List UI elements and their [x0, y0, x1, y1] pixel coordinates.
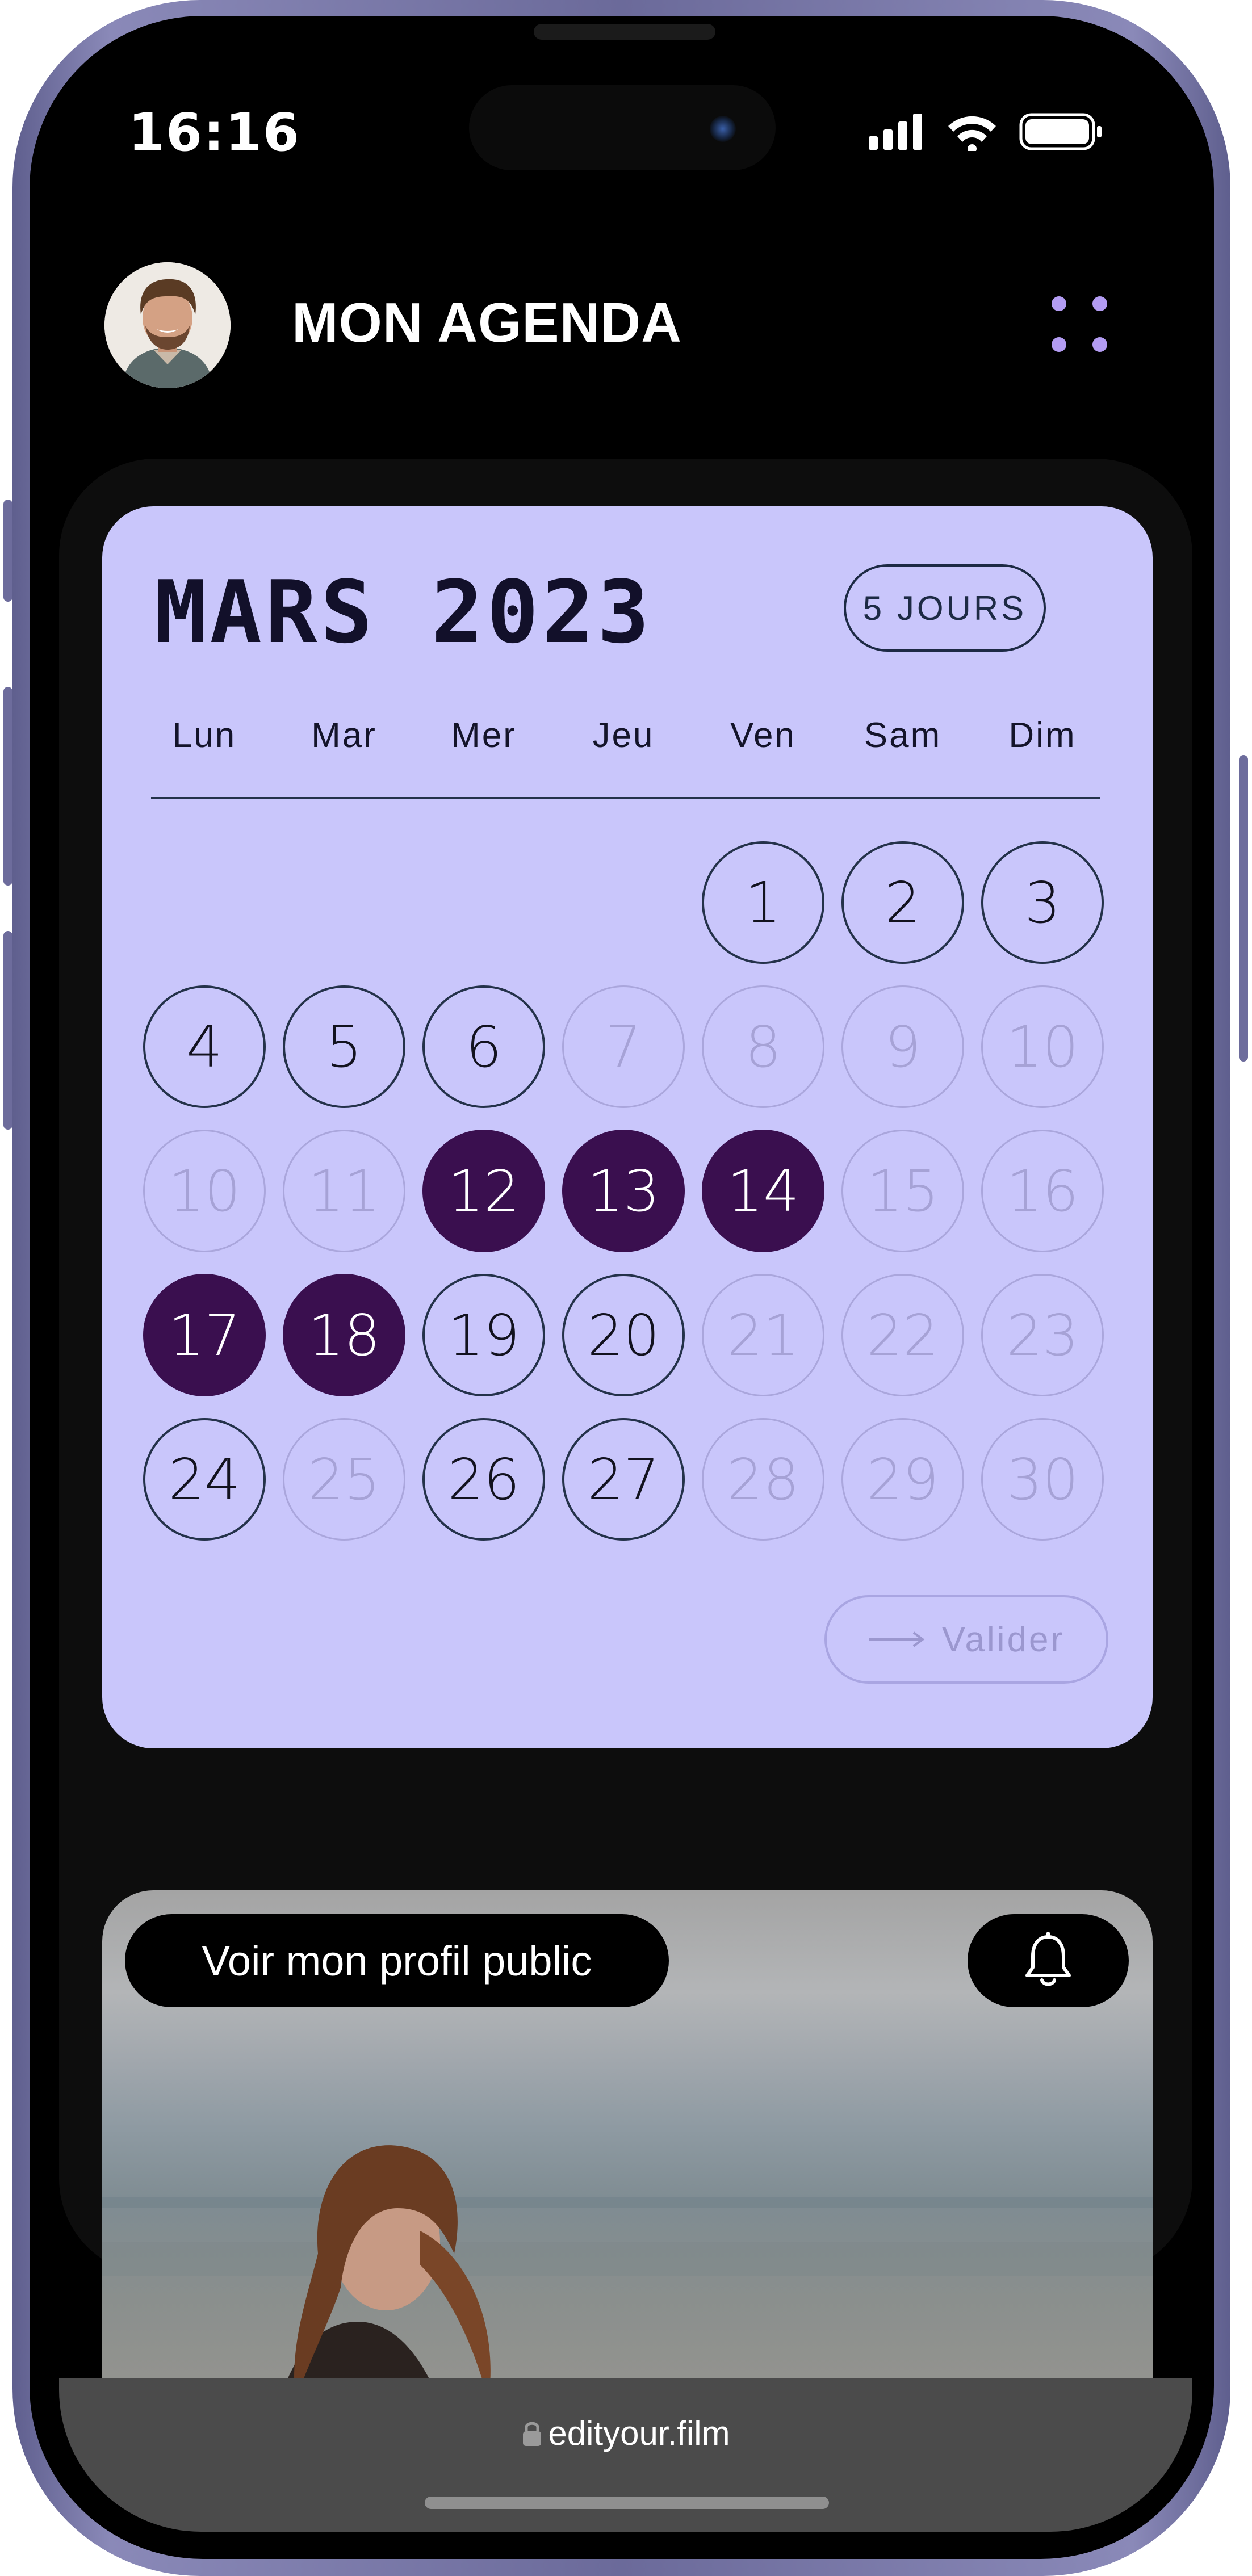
action-button: [3, 500, 12, 602]
day-cell-disabled: 23: [981, 1274, 1104, 1396]
calendar-card: [102, 506, 1153, 1748]
day-cell-available[interactable]: 1: [702, 841, 824, 964]
wifi-icon: [948, 116, 996, 151]
day-cell-selected[interactable]: 12: [422, 1130, 545, 1252]
day-cell-disabled: 16: [981, 1130, 1104, 1252]
earpiece-speaker: [534, 24, 715, 40]
lock-icon: [523, 2422, 542, 2446]
day-cell-disabled: 28: [702, 1418, 824, 1541]
validate-button[interactable]: Valider: [824, 1595, 1108, 1684]
day-cell-available[interactable]: 26: [422, 1418, 545, 1541]
day-cell-disabled: 25: [283, 1418, 405, 1541]
day-cell-disabled: 30: [981, 1418, 1104, 1541]
weekday-label: Ven: [730, 716, 796, 755]
day-cell-disabled: 8: [702, 985, 824, 1108]
user-avatar-icon: [104, 262, 231, 388]
arrow-right-icon: [869, 1631, 925, 1647]
day-cell-available[interactable]: 3: [981, 841, 1104, 964]
weekday-label: Sam: [864, 716, 942, 755]
day-cell-selected[interactable]: 13: [562, 1130, 685, 1252]
day-cell-selected[interactable]: 17: [143, 1274, 266, 1396]
calendar-divider: [151, 797, 1100, 799]
volume-down-button: [3, 931, 12, 1130]
public-profile-button[interactable]: Voir mon profil public: [125, 1914, 669, 2007]
day-cell-disabled: 9: [841, 985, 964, 1108]
day-cell-selected[interactable]: 18: [283, 1274, 405, 1396]
url-text: edityour.film: [548, 2414, 730, 2452]
day-cell-available[interactable]: 2: [841, 841, 964, 964]
day-cell-disabled: 10: [143, 1130, 266, 1252]
day-cell-available[interactable]: 20: [562, 1274, 685, 1396]
battery-icon: [1019, 113, 1102, 150]
day-cell-available[interactable]: 27: [562, 1418, 685, 1541]
grid-dots-icon[interactable]: [1052, 296, 1114, 359]
weekday-label: Lun: [172, 716, 237, 755]
calendar-month-title: MARS 2023: [154, 562, 653, 662]
bell-icon: [1025, 1932, 1071, 1986]
avatar[interactable]: [104, 262, 231, 388]
day-cell-selected[interactable]: 14: [702, 1130, 824, 1252]
volume-up-button: [3, 687, 12, 886]
home-indicator[interactable]: [425, 2497, 829, 2509]
day-cell-available[interactable]: 6: [422, 985, 545, 1108]
day-cell-disabled: 7: [562, 985, 685, 1108]
weekday-label: Jeu: [592, 716, 655, 755]
day-cell-disabled: 21: [702, 1274, 824, 1396]
status-icons: [869, 113, 1102, 151]
day-cell-disabled: 22: [841, 1274, 964, 1396]
day-cell-available[interactable]: 19: [422, 1274, 545, 1396]
day-cell-disabled: 29: [841, 1418, 964, 1541]
front-camera: [710, 116, 736, 142]
power-button: [1239, 755, 1248, 1062]
day-cell-available[interactable]: 24: [143, 1418, 266, 1541]
cellular-signal-icon: [869, 114, 922, 150]
notifications-button[interactable]: [968, 1914, 1129, 2007]
validate-button-label: Valider: [941, 1620, 1065, 1659]
url-field[interactable]: edityour.film: [0, 2414, 1252, 2453]
day-cell-disabled: 11: [283, 1130, 405, 1252]
day-cell-available[interactable]: 4: [143, 985, 266, 1108]
weekday-label: Mar: [311, 716, 377, 755]
page-title: MON AGENDA: [292, 291, 682, 354]
weekday-label: Dim: [1008, 716, 1077, 755]
day-cell-disabled: 15: [841, 1130, 964, 1252]
day-cell-disabled: 10: [981, 985, 1104, 1108]
status-time: 16:16: [128, 102, 300, 163]
range-button[interactable]: 5 JOURS: [844, 564, 1046, 652]
weekday-label: Mer: [451, 716, 517, 755]
day-cell-available[interactable]: 5: [283, 985, 405, 1108]
